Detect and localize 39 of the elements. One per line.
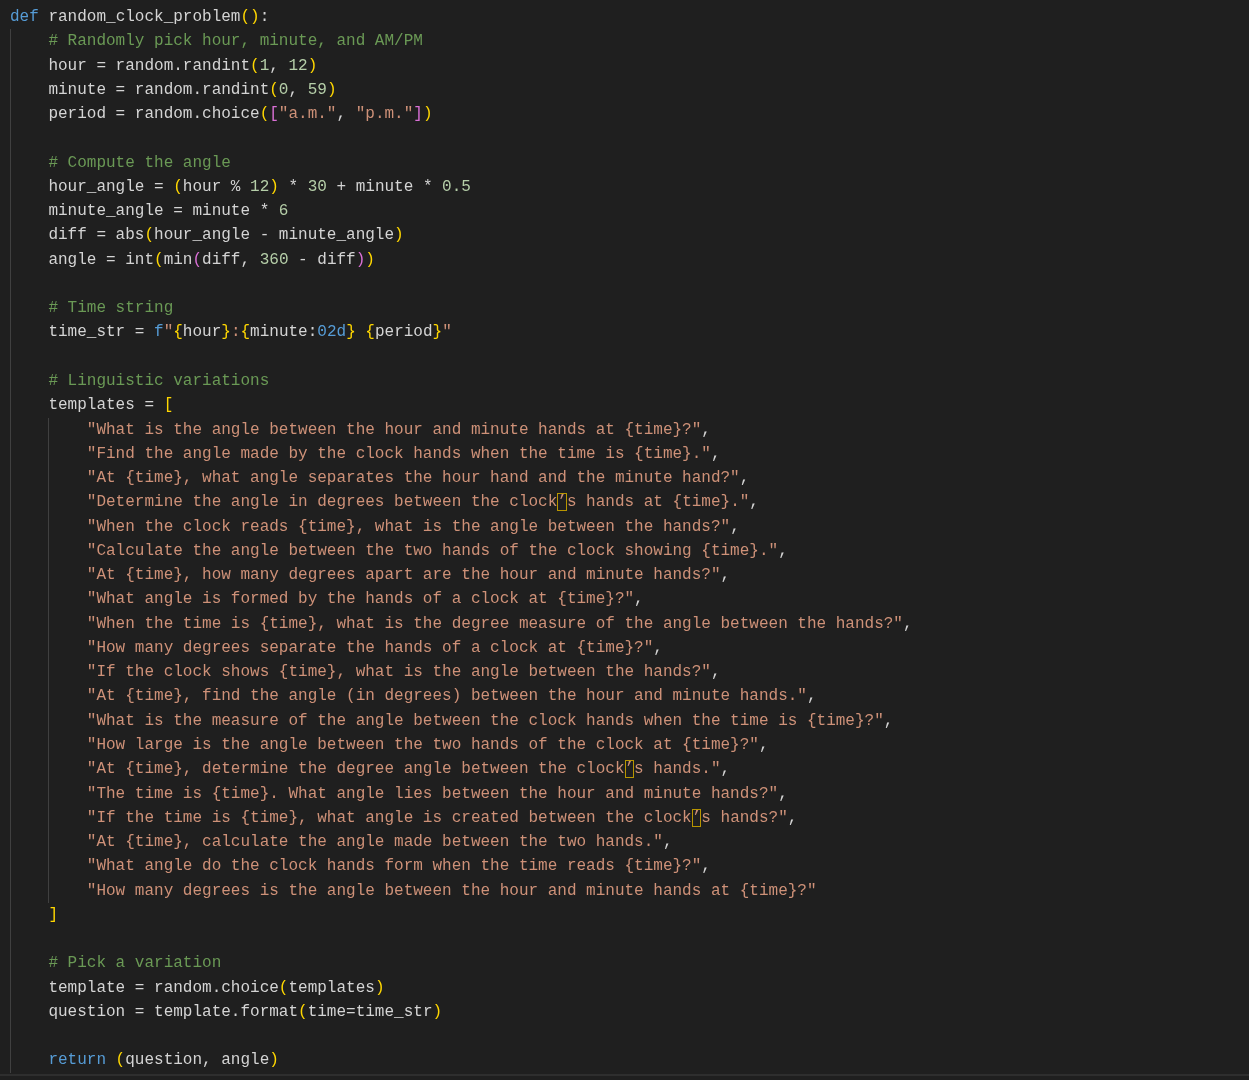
code-line: "Calculate the angle between the two hands of the clock showing {time}.", (86, 540, 788, 562)
code-line: period = random.choice(["a.m.", "p.m."]) (48, 104, 433, 126)
code-line: templates = [ (48, 395, 174, 417)
code-line: "What angle is formed by the hands of a clock at {time}?", (86, 589, 644, 611)
code-line: "At {time}, find the angle (in degrees) between the hour and minute hands.", (86, 686, 817, 708)
code-line: "How large is the angle between the two hands of the clock at {time}?", (86, 734, 769, 756)
code-line: # Compute the angle (48, 152, 231, 174)
code-line: template = random.choice(templates) (48, 977, 385, 999)
code-line: "The time is {time}. What angle lies between the hour and minute hands?", (86, 783, 788, 805)
code-line: "How many degrees is the angle between the hour and minute hands at {time}?" (86, 880, 817, 902)
code-line: # Pick a variation (48, 953, 222, 975)
code-line: "What is the measure of the angle between the clock hands when the time is {time}?", (86, 710, 894, 732)
code-line: ] (48, 904, 58, 926)
code-line: "At {time}, determine the degree angle between the clock’s hands.", (86, 759, 731, 781)
code-line: minute_angle = minute * 6 (48, 201, 289, 223)
code-line: diff = abs(hour_angle - minute_angle) (48, 225, 404, 247)
code-line: "When the time is {time}, what is the degree measure of the angle between the hands?", (86, 613, 913, 635)
code-line: def random_clock_problem(): (10, 7, 270, 28)
code-line: "Find the angle made by the clock hands when the time is {time}.", (86, 443, 721, 465)
code-line: "If the time is {time}, what angle is created between the clock’s hands?", (86, 807, 798, 829)
code-line: "At {time}, how many degrees apart are the hour and minute hands?", (86, 565, 731, 587)
code-line: "What angle do the clock hands form when the time reads {time}?", (86, 856, 711, 878)
code-line: time_str = f"{hour}:{minute:02d} {period}" (48, 322, 452, 344)
code-line: # Linguistic variations (48, 371, 270, 392)
code-line: "At {time}, what angle separates the hour hand and the minute hand?", (86, 468, 750, 490)
code-line: # Time string (48, 298, 174, 320)
code-line: hour_angle = (hour % 12) * 30 + minute * 0.5 (48, 176, 471, 198)
code-line: "Determine the angle in degrees between the clock’s hands at {time}.", (86, 492, 759, 514)
code-line: question = template.format(time=time_str) (48, 1001, 443, 1023)
code-line: "When the clock reads {time}, what is the angle between the hands?", (86, 516, 740, 538)
code-line: minute = random.randint(0, 59) (48, 79, 337, 101)
code-line: "How many degrees separate the hands of a clock at {time}?", (86, 637, 663, 659)
code-line: # Randomly pick hour, minute, and AM/PM (48, 31, 423, 53)
code-line: "At {time}, calculate the angle made between the two hands.", (86, 832, 673, 854)
code-line: return (question, angle) (48, 1050, 279, 1072)
code-line: "If the clock shows {time}, what is the angle between the hands?", (86, 662, 721, 684)
code-line: hour = random.randint(1, 12) (48, 55, 318, 77)
code-line: "What is the angle between the hour and minute hands at {time}?", (86, 419, 711, 441)
code-line: angle = int(min(diff, 360 - diff)) (48, 249, 375, 271)
